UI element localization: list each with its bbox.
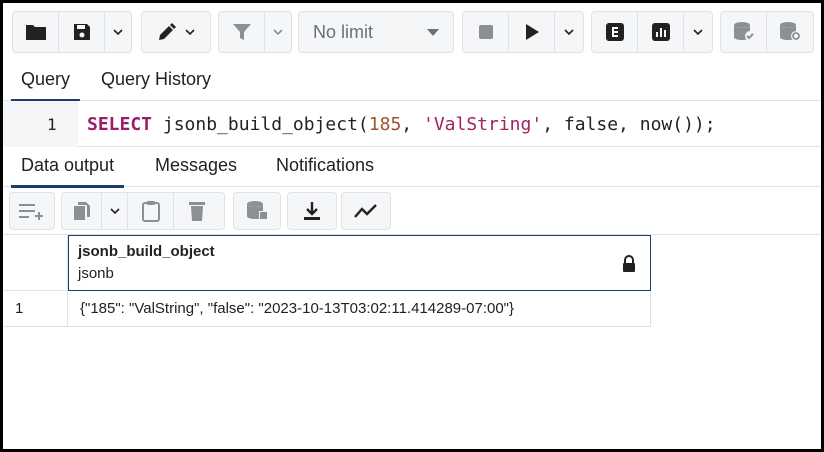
bar-chart-icon xyxy=(651,23,670,41)
column-name: jsonb_build_object xyxy=(78,243,215,260)
sql-number-literal: 185 xyxy=(368,114,402,135)
row-limit-select[interactable]: No limit xyxy=(298,11,454,53)
row-limit-value: No limit xyxy=(313,21,374,42)
graph-group xyxy=(341,192,391,230)
sql-code-line[interactable]: SELECT jsonb_build_object(185, 'ValStrin… xyxy=(87,114,716,135)
tab-messages[interactable]: Messages xyxy=(155,155,237,187)
explain-dropdown-button[interactable] xyxy=(684,12,712,52)
sql-rest: , false, now()); xyxy=(542,114,716,135)
filter-button-group xyxy=(218,11,292,53)
tab-query[interactable]: Query xyxy=(10,69,81,102)
copy-icon xyxy=(73,202,90,220)
copy-dropdown-button[interactable] xyxy=(102,193,128,229)
edit-button[interactable] xyxy=(142,12,210,52)
paste-button[interactable] xyxy=(128,193,174,229)
query-tool-window: No limit Query Query History 1 SELECT js… xyxy=(3,3,821,449)
clipboard-button-group xyxy=(61,192,225,230)
graph-visualiser-button[interactable] xyxy=(342,193,390,229)
add-row-icon xyxy=(19,204,43,220)
data-cell[interactable]: {"185": "ValString", "false": "2023-10-1… xyxy=(68,291,651,327)
explain-icon xyxy=(605,23,624,41)
sql-editor[interactable]: 1 SELECT jsonb_build_object(185, 'ValStr… xyxy=(3,101,821,147)
chevron-down-icon xyxy=(113,29,123,36)
add-row-button[interactable] xyxy=(10,193,54,229)
trash-icon xyxy=(189,202,205,221)
play-icon xyxy=(525,24,539,40)
download-icon xyxy=(304,202,320,220)
line-number: 1 xyxy=(47,115,57,134)
query-tabs: Query Query History xyxy=(3,63,821,102)
save-file-button[interactable] xyxy=(59,12,105,52)
tab-data-output[interactable]: Data output xyxy=(10,155,125,188)
lock-icon xyxy=(623,255,635,272)
editor-gutter: 1 xyxy=(3,101,78,147)
explain-button-group xyxy=(591,11,713,53)
edit-button-group xyxy=(141,11,211,53)
chevron-down-icon xyxy=(185,29,195,36)
result-tabs: Data output Messages Notifications xyxy=(3,147,821,188)
transaction-button-group xyxy=(720,11,814,53)
save-icon xyxy=(73,24,90,40)
download-group xyxy=(287,192,337,230)
filter-dropdown-button[interactable] xyxy=(265,12,291,52)
database-save-icon xyxy=(247,201,268,220)
sql-keyword: SELECT xyxy=(87,114,153,135)
commit-button[interactable] xyxy=(721,12,767,52)
column-type: jsonb xyxy=(78,265,114,282)
filter-icon xyxy=(232,24,251,40)
open-file-button[interactable] xyxy=(13,12,59,52)
save-data-button[interactable] xyxy=(234,193,280,229)
tab-query-history[interactable]: Query History xyxy=(101,69,211,101)
sql-separator: , xyxy=(401,114,423,135)
file-button-group xyxy=(12,11,132,53)
result-toolbar xyxy=(3,187,821,235)
save-data-group xyxy=(233,192,281,230)
rollback-button[interactable] xyxy=(767,12,813,52)
stop-button[interactable] xyxy=(463,12,509,52)
stop-icon xyxy=(478,25,493,39)
grid-corner[interactable] xyxy=(3,235,68,291)
sql-string-literal: 'ValString' xyxy=(422,114,543,135)
chevron-down-icon xyxy=(564,29,574,36)
main-toolbar: No limit xyxy=(3,3,821,63)
execute-button[interactable] xyxy=(509,12,555,52)
explain-analyze-button[interactable] xyxy=(638,12,684,52)
tab-notifications[interactable]: Notifications xyxy=(276,155,374,187)
sql-function: jsonb_build_object( xyxy=(152,114,369,135)
chevron-down-icon xyxy=(273,29,283,36)
download-button[interactable] xyxy=(288,193,336,229)
chevron-down-icon xyxy=(427,29,439,36)
delete-button[interactable] xyxy=(174,193,220,229)
execute-button-group xyxy=(462,11,584,53)
column-header[interactable]: jsonb_build_object jsonb xyxy=(68,235,651,291)
row-number[interactable]: 1 xyxy=(3,291,68,327)
save-dropdown-button[interactable] xyxy=(105,12,131,52)
explain-button[interactable] xyxy=(592,12,638,52)
chevron-down-icon xyxy=(109,208,120,215)
database-rollback-icon xyxy=(780,22,801,41)
folder-icon xyxy=(25,25,46,40)
add-row-group xyxy=(9,192,55,230)
pencil-icon xyxy=(159,23,176,40)
line-chart-icon xyxy=(354,204,377,218)
database-check-icon xyxy=(733,22,755,41)
execute-dropdown-button[interactable] xyxy=(555,12,583,52)
clipboard-icon xyxy=(141,201,160,222)
filter-button[interactable] xyxy=(219,12,265,52)
copy-button[interactable] xyxy=(62,193,102,229)
chevron-down-icon xyxy=(693,29,703,36)
